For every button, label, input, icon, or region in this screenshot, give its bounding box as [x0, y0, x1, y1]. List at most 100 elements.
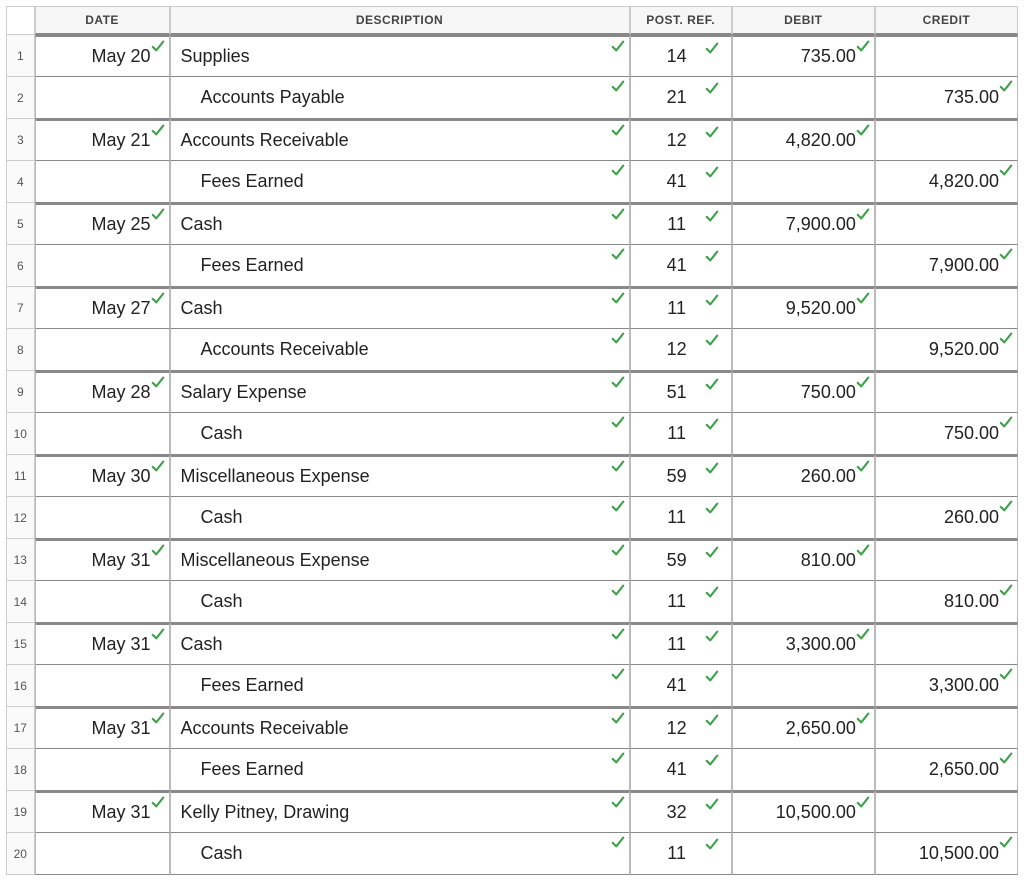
- credit-cell[interactable]: [875, 791, 1018, 833]
- post-ref-cell[interactable]: 11: [630, 497, 732, 539]
- debit-cell[interactable]: 735.00: [732, 35, 875, 77]
- credit-cell[interactable]: 7,900.00: [875, 245, 1018, 287]
- date-cell[interactable]: [35, 245, 170, 287]
- post-ref-cell[interactable]: 59: [630, 539, 732, 581]
- debit-cell[interactable]: 9,520.00: [732, 287, 875, 329]
- description-cell[interactable]: Miscellaneous Expense: [170, 539, 630, 581]
- post-ref-cell[interactable]: 11: [630, 833, 732, 875]
- post-ref-cell[interactable]: 41: [630, 665, 732, 707]
- description-cell[interactable]: Cash: [170, 203, 630, 245]
- credit-cell[interactable]: [875, 623, 1018, 665]
- debit-cell[interactable]: [732, 749, 875, 791]
- debit-cell[interactable]: 4,820.00: [732, 119, 875, 161]
- debit-cell[interactable]: 2,650.00: [732, 707, 875, 749]
- post-ref-cell[interactable]: 41: [630, 749, 732, 791]
- description-cell[interactable]: Fees Earned: [170, 749, 630, 791]
- credit-cell[interactable]: [875, 455, 1018, 497]
- debit-cell[interactable]: [732, 833, 875, 875]
- debit-cell[interactable]: [732, 161, 875, 203]
- date-cell[interactable]: [35, 749, 170, 791]
- debit-cell[interactable]: 810.00: [732, 539, 875, 581]
- date-cell[interactable]: [35, 581, 170, 623]
- debit-cell[interactable]: [732, 581, 875, 623]
- credit-cell[interactable]: [875, 707, 1018, 749]
- credit-cell[interactable]: [875, 287, 1018, 329]
- debit-cell[interactable]: 750.00: [732, 371, 875, 413]
- date-cell[interactable]: [35, 833, 170, 875]
- debit-cell[interactable]: [732, 665, 875, 707]
- debit-cell[interactable]: [732, 413, 875, 455]
- description-cell[interactable]: Accounts Receivable: [170, 329, 630, 371]
- credit-cell[interactable]: 4,820.00: [875, 161, 1018, 203]
- description-cell[interactable]: Fees Earned: [170, 245, 630, 287]
- description-cell[interactable]: Accounts Receivable: [170, 119, 630, 161]
- post-ref-cell[interactable]: 11: [630, 203, 732, 245]
- debit-cell[interactable]: [732, 497, 875, 539]
- credit-cell[interactable]: 735.00: [875, 77, 1018, 119]
- date-cell[interactable]: [35, 329, 170, 371]
- credit-cell[interactable]: 810.00: [875, 581, 1018, 623]
- date-cell[interactable]: [35, 497, 170, 539]
- date-cell[interactable]: May 30: [35, 455, 170, 497]
- credit-cell[interactable]: 2,650.00: [875, 749, 1018, 791]
- date-cell[interactable]: May 31: [35, 539, 170, 581]
- description-cell[interactable]: Miscellaneous Expense: [170, 455, 630, 497]
- debit-cell[interactable]: [732, 329, 875, 371]
- post-ref-cell[interactable]: 21: [630, 77, 732, 119]
- debit-cell[interactable]: 7,900.00: [732, 203, 875, 245]
- description-cell[interactable]: Cash: [170, 581, 630, 623]
- post-ref-cell[interactable]: 12: [630, 119, 732, 161]
- credit-cell[interactable]: [875, 203, 1018, 245]
- description-cell[interactable]: Fees Earned: [170, 161, 630, 203]
- credit-cell[interactable]: 750.00: [875, 413, 1018, 455]
- date-cell[interactable]: May 21: [35, 119, 170, 161]
- description-cell[interactable]: Salary Expense: [170, 371, 630, 413]
- debit-cell[interactable]: [732, 77, 875, 119]
- credit-cell[interactable]: [875, 371, 1018, 413]
- date-cell[interactable]: [35, 161, 170, 203]
- description-cell[interactable]: Cash: [170, 833, 630, 875]
- date-cell[interactable]: May 31: [35, 791, 170, 833]
- description-cell[interactable]: Fees Earned: [170, 665, 630, 707]
- post-ref-cell[interactable]: 14: [630, 35, 732, 77]
- post-ref-cell[interactable]: 12: [630, 707, 732, 749]
- debit-cell[interactable]: 3,300.00: [732, 623, 875, 665]
- post-ref-cell[interactable]: 41: [630, 161, 732, 203]
- date-cell[interactable]: May 20: [35, 35, 170, 77]
- debit-cell[interactable]: 10,500.00: [732, 791, 875, 833]
- post-ref-cell[interactable]: 11: [630, 623, 732, 665]
- date-cell[interactable]: May 31: [35, 623, 170, 665]
- description-cell[interactable]: Cash: [170, 497, 630, 539]
- date-cell[interactable]: [35, 665, 170, 707]
- post-ref-cell[interactable]: 11: [630, 413, 732, 455]
- description-cell[interactable]: Cash: [170, 623, 630, 665]
- credit-cell[interactable]: [875, 119, 1018, 161]
- description-cell[interactable]: Kelly Pitney, Drawing: [170, 791, 630, 833]
- post-ref-cell[interactable]: 32: [630, 791, 732, 833]
- debit-cell[interactable]: [732, 245, 875, 287]
- credit-cell[interactable]: 260.00: [875, 497, 1018, 539]
- description-cell[interactable]: Accounts Payable: [170, 77, 630, 119]
- date-cell[interactable]: [35, 413, 170, 455]
- date-cell[interactable]: May 31: [35, 707, 170, 749]
- credit-cell[interactable]: 9,520.00: [875, 329, 1018, 371]
- description-cell[interactable]: Cash: [170, 287, 630, 329]
- date-cell[interactable]: May 25: [35, 203, 170, 245]
- post-ref-cell[interactable]: 51: [630, 371, 732, 413]
- description-cell[interactable]: Supplies: [170, 35, 630, 77]
- date-cell[interactable]: [35, 77, 170, 119]
- date-cell[interactable]: May 27: [35, 287, 170, 329]
- post-ref-cell[interactable]: 59: [630, 455, 732, 497]
- description-cell[interactable]: Cash: [170, 413, 630, 455]
- post-ref-cell[interactable]: 12: [630, 329, 732, 371]
- debit-cell[interactable]: 260.00: [732, 455, 875, 497]
- date-cell[interactable]: May 28: [35, 371, 170, 413]
- credit-cell[interactable]: 10,500.00: [875, 833, 1018, 875]
- post-ref-cell[interactable]: 41: [630, 245, 732, 287]
- post-ref-cell[interactable]: 11: [630, 287, 732, 329]
- credit-cell[interactable]: [875, 35, 1018, 77]
- credit-cell[interactable]: 3,300.00: [875, 665, 1018, 707]
- credit-cell[interactable]: [875, 539, 1018, 581]
- post-ref-cell[interactable]: 11: [630, 581, 732, 623]
- description-cell[interactable]: Accounts Receivable: [170, 707, 630, 749]
